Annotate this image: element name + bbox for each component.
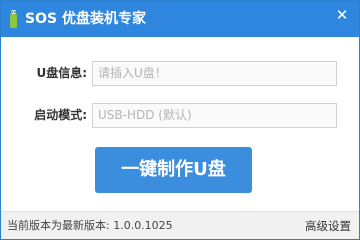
boot-mode-select[interactable]: USB-HDD (默认) [92,103,337,128]
version-status: 当前版本为最新版本: 1.0.0.1025 [7,219,173,232]
main-panel: U盘信息: 请插入U盘！ 启动模式: USB-HDD (默认) 一键制作U盘 [1,37,359,211]
app-window: SOS 优盘装机专家 ✕ U盘信息: 请插入U盘！ 启动模式: USB-HDD … [0,0,360,240]
close-icon: ✕ [335,6,349,24]
advanced-settings-link[interactable]: 高级设置 [305,218,351,234]
usb-info-label: U盘信息: [36,66,87,80]
boot-mode-label: 启动模式: [34,108,87,122]
create-usb-button[interactable]: 一键制作U盘 [95,147,252,193]
status-bar: 当前版本为最新版本: 1.0.0.1025 高级设置 [1,211,359,239]
usb-info-field: 请插入U盘！ [92,61,337,86]
usb-drive-icon [10,10,17,28]
window-title: SOS 优盘装机专家 [25,11,146,27]
close-button[interactable]: ✕ [331,5,353,25]
title-bar[interactable]: SOS 优盘装机专家 ✕ [1,1,359,37]
